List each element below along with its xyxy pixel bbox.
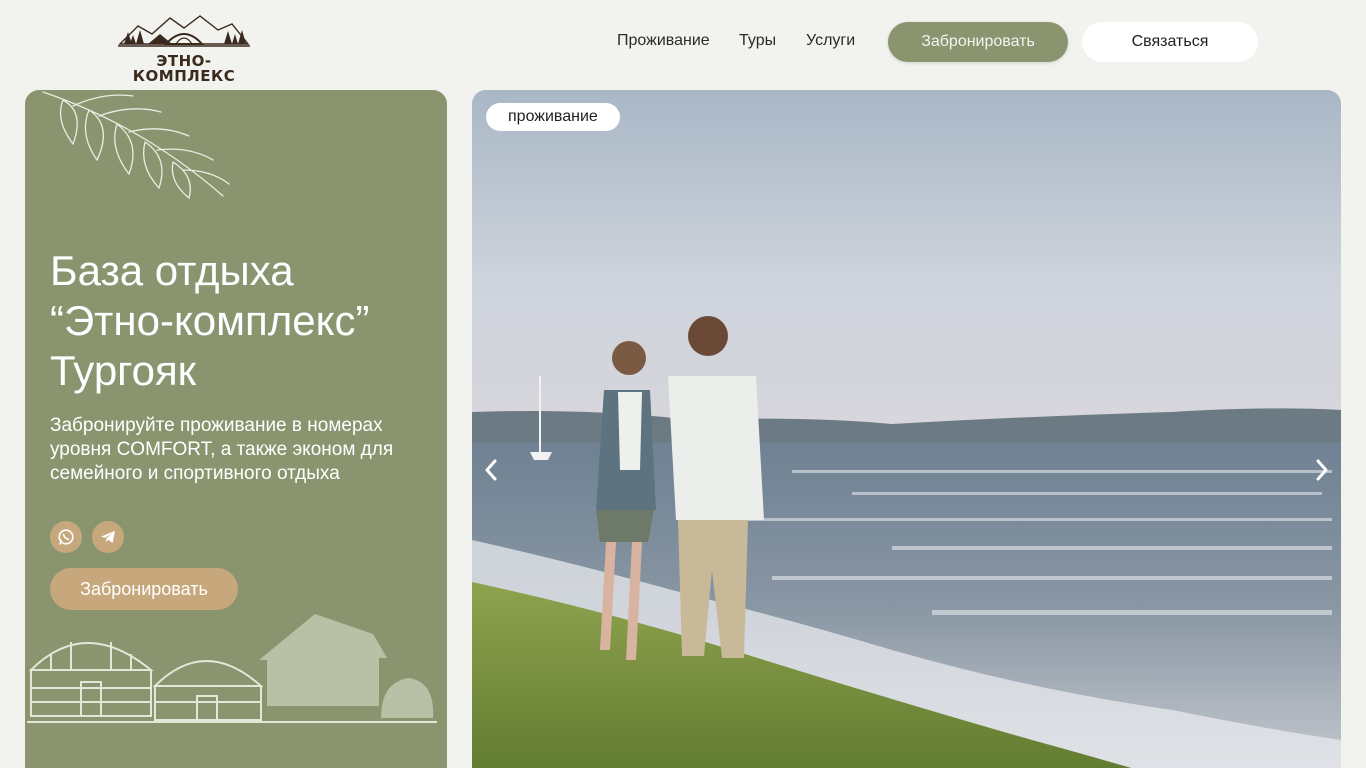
slider-prev-button[interactable] xyxy=(481,458,501,482)
whatsapp-icon xyxy=(58,529,74,545)
nav-item-tours[interactable]: Туры xyxy=(739,32,776,50)
palm-leaf-decoration-icon xyxy=(42,91,230,199)
category-badge[interactable]: проживание xyxy=(486,103,620,131)
page-title: База отдыха “Этно-комплекс” Тургояк xyxy=(50,246,430,396)
promo-book-button[interactable]: Забронировать xyxy=(50,568,238,610)
chevron-left-icon xyxy=(485,459,497,481)
slider-next-button[interactable] xyxy=(1312,458,1332,482)
nav-item-accommodation[interactable]: Проживание xyxy=(617,32,710,50)
hero-photo xyxy=(472,90,1341,768)
hero-slider[interactable]: проживание xyxy=(472,90,1341,768)
promo-description: Забронируйте проживание в номерах уровня… xyxy=(50,415,394,484)
nav-item-services[interactable]: Услуги xyxy=(806,32,855,50)
logo-emblem-icon xyxy=(118,15,250,47)
title-line: Тургояк xyxy=(50,347,197,394)
telegram-button[interactable] xyxy=(92,521,124,553)
title-line: База отдыха xyxy=(50,247,294,294)
whatsapp-button[interactable] xyxy=(50,521,82,553)
promo-card: База отдыха “Этно-комплекс” Тургояк Забр… xyxy=(25,90,447,768)
site-header: ЭТНО-КОМПЛЕКС Проживание Туры Услуги Заб… xyxy=(0,0,1366,84)
logo[interactable]: ЭТНО-КОМПЛЕКС xyxy=(108,14,260,84)
header-book-button[interactable]: Забронировать xyxy=(888,22,1068,62)
logo-text: ЭТНО-КОМПЛЕКС xyxy=(132,52,236,85)
telegram-icon xyxy=(101,531,115,543)
chevron-right-icon xyxy=(1316,459,1328,481)
yurts-illustration-icon xyxy=(27,614,437,723)
contact-button[interactable]: Связаться xyxy=(1082,22,1258,62)
title-line: “Этно-комплекс” xyxy=(50,297,370,344)
